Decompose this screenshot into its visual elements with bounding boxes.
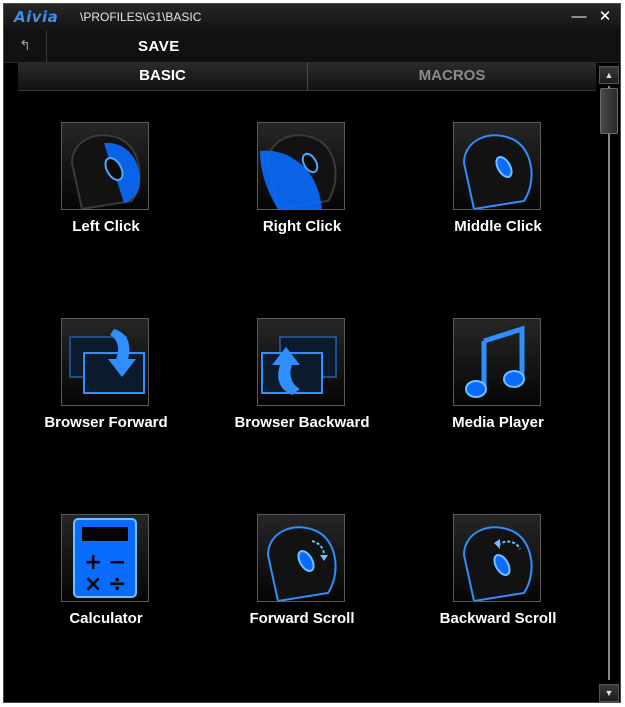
back-arrow-icon[interactable]: ↰ [4, 31, 47, 62]
function-label: Forward Scroll [249, 610, 355, 627]
toolbar: ↰ SAVE [4, 31, 620, 63]
minimize-icon[interactable]: — [568, 7, 590, 27]
app-window: Aivia \PROFILES\G1\BASIC — ✕ ↰ SAVE BASI… [3, 3, 621, 703]
function-label: Browser Backward [234, 414, 370, 431]
svg-text:×: × [84, 572, 102, 597]
browser-backward-icon [257, 318, 345, 406]
title-bar[interactable]: Aivia \PROFILES\G1\BASIC — ✕ [4, 4, 620, 32]
function-label: Left Click [72, 218, 140, 235]
function-label: Calculator [69, 610, 143, 627]
svg-text:÷: ÷ [108, 572, 126, 597]
scroll-down-icon[interactable]: ▼ [599, 684, 619, 702]
music-note-icon [453, 318, 541, 406]
function-label: Browser Forward [44, 414, 168, 431]
tab-bar: BASIC MACROS [18, 62, 596, 91]
function-label: Middle Click [454, 218, 542, 235]
mouse-scroll-backward-icon [453, 514, 541, 602]
mouse-left-click-icon [61, 122, 149, 210]
scroll-track[interactable] [608, 86, 610, 680]
function-label: Right Click [262, 218, 342, 235]
function-label: Backward Scroll [439, 610, 557, 627]
scroll-thumb[interactable] [600, 88, 618, 134]
mouse-middle-click-icon [453, 122, 541, 210]
save-button[interactable]: SAVE [138, 38, 180, 55]
aivia-logo: Aivia [14, 8, 59, 26]
mouse-right-click-icon [257, 122, 345, 210]
close-icon[interactable]: ✕ [594, 7, 616, 27]
function-label: Media Player [452, 414, 544, 431]
tab-basic[interactable]: BASIC [18, 62, 308, 90]
profile-path: \PROFILES\G1\BASIC [80, 10, 202, 24]
scroll-up-icon[interactable]: ▲ [599, 66, 619, 84]
calculator-icon: + − × ÷ [61, 514, 149, 602]
vertical-scrollbar[interactable]: ▲ ▼ [599, 66, 619, 702]
tab-macros[interactable]: MACROS [308, 62, 596, 90]
mouse-scroll-forward-icon [257, 514, 345, 602]
browser-forward-icon [61, 318, 149, 406]
